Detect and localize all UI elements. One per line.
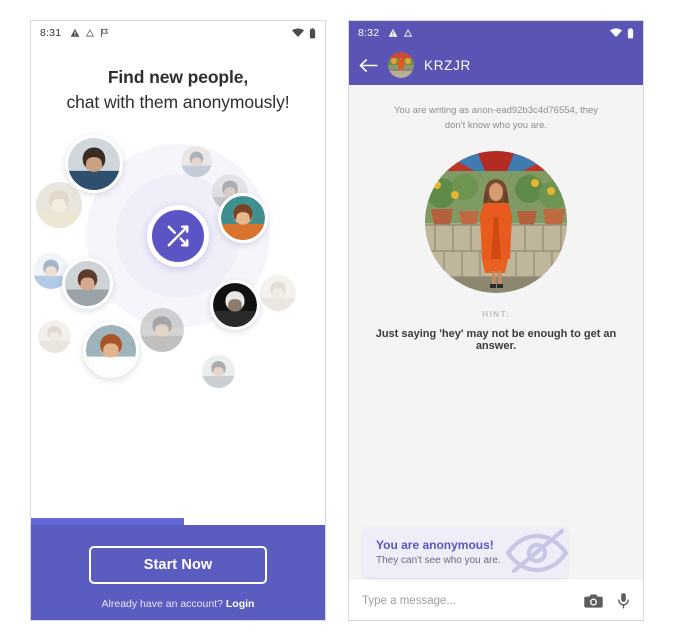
- anonymous-tooltip[interactable]: You are anonymous! They can't see who yo…: [363, 527, 568, 578]
- hint-label: HINT:: [482, 309, 510, 320]
- headline-line-2: chat with them anonymously!: [66, 92, 290, 113]
- status-bar-left-icons: [70, 28, 109, 38]
- microphone-icon[interactable]: [617, 592, 630, 609]
- wifi-icon: [292, 28, 304, 38]
- eye-off-icon: [500, 527, 568, 578]
- message-composer: [349, 578, 643, 620]
- avatar-man-beard-denim[interactable]: [65, 134, 123, 193]
- avatar-woman-red-hair[interactable]: [83, 321, 139, 378]
- login-link[interactable]: Login: [226, 598, 255, 610]
- headline-line-1: Find new people,: [107, 67, 249, 87]
- hint-text: Just saying 'hey' may not be enough to g…: [375, 328, 617, 353]
- avatar-woman-laughing-warm[interactable]: [218, 192, 268, 243]
- progress-bar-fill: [31, 518, 184, 525]
- message-input[interactable]: [362, 594, 570, 607]
- avatar-man-sunglasses[interactable]: [201, 355, 235, 389]
- onboarding-body: Find new people, chat with them anonymou…: [31, 45, 325, 620]
- status-bar-time: 8:31: [40, 27, 62, 39]
- warning-triangle-icon: [70, 28, 80, 38]
- back-arrow-icon[interactable]: [359, 58, 378, 73]
- peer-avatar[interactable]: [388, 52, 414, 78]
- avatar-hands-faded[interactable]: [260, 274, 296, 311]
- shuffle-button[interactable]: [147, 204, 209, 267]
- avatar-light-blur-left[interactable]: [37, 320, 71, 354]
- status-bar-time-chat: 8:32: [358, 27, 380, 39]
- avatar-blonde-woman-back[interactable]: [36, 181, 82, 228]
- avatar-man-bw-portrait[interactable]: [210, 279, 260, 330]
- phone-chat: 8:32 KRZJR You are writing as anon-ead92…: [348, 20, 644, 621]
- status-bar-right-icons: [292, 27, 316, 39]
- login-prompt-row: Already have an account? Login: [31, 598, 325, 610]
- avatar-man-long-hair[interactable]: [140, 307, 184, 352]
- tooltip-title: You are anonymous!: [376, 538, 494, 552]
- camera-icon[interactable]: [584, 593, 603, 609]
- flag-icon: [100, 28, 109, 38]
- shuffle-icon: [165, 223, 191, 249]
- screenshot-stage: 8:31 Find new people, chat with them ano…: [0, 0, 675, 641]
- avatar-man-small-top-right[interactable]: [180, 146, 212, 178]
- chat-body: You are writing as anon-ead92b3c4d76554,…: [349, 85, 643, 620]
- drive-triangle-icon: [403, 28, 413, 38]
- chat-app-bar: KRZJR: [349, 45, 643, 85]
- anonymous-identity-note: You are writing as anon-ead92b3c4d76554,…: [393, 105, 599, 132]
- avatar-woman-scarf[interactable]: [61, 258, 113, 310]
- tooltip-subtitle: They can't see who you are.: [376, 555, 501, 566]
- peer-name: KRZJR: [424, 57, 471, 73]
- status-bar-chat: 8:32: [349, 21, 643, 45]
- battery-icon: [309, 27, 316, 39]
- login-prompt-text: Already have an account?: [101, 598, 223, 610]
- status-bar-onboarding: 8:31: [31, 21, 325, 45]
- drive-triangle-icon: [85, 28, 95, 38]
- warning-triangle-icon: [388, 28, 398, 38]
- status-bar-right-icons-chat: [610, 27, 634, 39]
- avatar-cluster: [31, 120, 325, 518]
- onboarding-footer: Start Now Already have an account? Login: [31, 518, 325, 620]
- progress-bar: [31, 518, 325, 525]
- battery-icon: [627, 27, 634, 39]
- status-bar-left-icons-chat: [388, 28, 413, 38]
- anonymous-tooltip-wrapper: You are anonymous! They can't see who yo…: [363, 527, 568, 578]
- profile-photo[interactable]: [425, 151, 567, 294]
- wifi-icon: [610, 28, 622, 38]
- phone-onboarding: 8:31 Find new people, chat with them ano…: [30, 20, 326, 621]
- start-now-button[interactable]: Start Now: [89, 546, 267, 584]
- onboarding-headline: Find new people, chat with them anonymou…: [31, 45, 325, 116]
